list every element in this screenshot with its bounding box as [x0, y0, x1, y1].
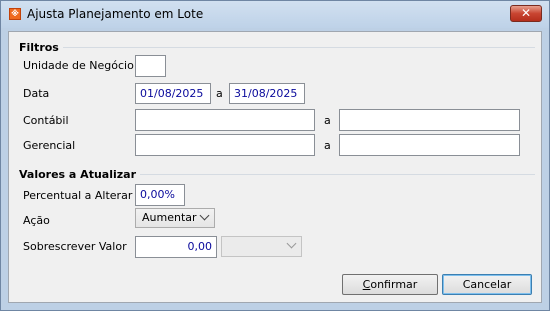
chevron-down-icon: [199, 210, 210, 221]
confirmar-button[interactable]: Confirmar: [342, 274, 438, 295]
window-title: Ajusta Planejamento em Lote: [27, 7, 204, 21]
close-icon: ✕: [520, 6, 532, 20]
app-icon: ※: [9, 8, 21, 20]
cancelar-button[interactable]: Cancelar: [442, 274, 532, 295]
confirmar-label: onfirmar: [370, 278, 418, 291]
sobrescrever-label: Sobrescrever Valor: [23, 240, 127, 253]
percentual-label: Percentual a Alterar: [23, 189, 133, 202]
close-button[interactable]: ✕: [510, 5, 542, 22]
acao-label: Ação: [23, 214, 50, 227]
filtros-title: Filtros: [19, 41, 63, 54]
gerencial-to-input[interactable]: [339, 134, 520, 156]
gerencial-label: Gerencial: [23, 139, 76, 152]
dialog-body: Filtros Unidade de Negócio Data 01/08/20…: [8, 31, 542, 303]
sobrescrever-select: [221, 236, 302, 257]
dialog-window: ※ Ajusta Planejamento em Lote ✕ Filtros …: [0, 0, 550, 311]
contabil-from-input[interactable]: [135, 109, 315, 131]
acao-select[interactable]: Aumentar: [135, 208, 215, 228]
chevron-down-icon: [286, 238, 297, 249]
data-from-input[interactable]: 01/08/2025: [135, 83, 211, 104]
unidade-label: Unidade de Negócio: [23, 59, 134, 72]
acao-selected-value: Aumentar: [142, 211, 197, 224]
data-to-input[interactable]: 31/08/2025: [229, 83, 305, 104]
data-separator: a: [216, 87, 223, 100]
sobrescrever-input[interactable]: 0,00: [135, 236, 217, 258]
gerencial-from-input[interactable]: [135, 134, 315, 156]
title-bar[interactable]: ※ Ajusta Planejamento em Lote ✕: [1, 1, 549, 28]
valores-divider: [133, 174, 535, 175]
unidade-input[interactable]: [135, 55, 166, 77]
gerencial-separator: a: [324, 139, 331, 152]
contabil-to-input[interactable]: [339, 109, 520, 131]
cancelar-label: Cancelar: [462, 278, 512, 291]
contabil-separator: a: [324, 114, 331, 127]
contabil-label: Contábil: [23, 114, 69, 127]
data-label: Data: [23, 87, 50, 100]
filtros-divider: [57, 47, 535, 48]
percentual-input[interactable]: 0,00%: [135, 184, 185, 206]
valores-title: Valores a Atualizar: [19, 168, 140, 181]
